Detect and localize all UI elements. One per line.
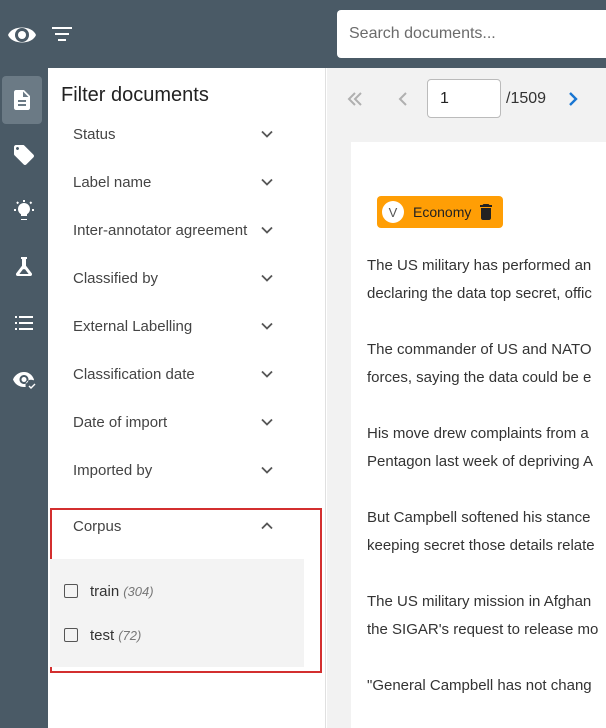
nav-labels[interactable]: [0, 131, 48, 179]
document-viewer: /1509 V Economy The US military has perf…: [327, 68, 606, 728]
trash-icon[interactable]: [480, 204, 492, 220]
filter-classification-date[interactable]: Classification date: [48, 351, 326, 399]
previous-page-icon[interactable]: [392, 88, 414, 110]
pagination: /1509: [327, 68, 606, 130]
chevron-down-icon: [261, 130, 273, 138]
page-total: /1509: [506, 90, 547, 107]
document-text-line: The commander of US and NATO: [367, 341, 592, 358]
filter-imported-by[interactable]: Imported by: [48, 447, 326, 495]
document-text-line: But Campbell softened his stance: [367, 509, 591, 526]
chevron-down-icon: [261, 418, 273, 426]
corpus-options: train (304) test (72): [50, 559, 304, 667]
chevron-down-icon: [261, 274, 273, 282]
filter-label: Label name: [73, 174, 152, 191]
chevron-down-icon: [261, 226, 273, 234]
filter-label: Date of import: [73, 414, 168, 431]
chevron-up-icon: [261, 522, 273, 530]
filter-label: Corpus: [73, 518, 122, 535]
document-text-line: The US military has performed an: [367, 257, 592, 274]
option-label: test: [90, 626, 115, 644]
filter-panel: Filter documents Status Label name Inter…: [48, 68, 326, 728]
nav-review[interactable]: [0, 355, 48, 403]
checkbox[interactable]: [64, 584, 78, 598]
chevron-down-icon: [261, 178, 273, 186]
checkbox[interactable]: [64, 628, 78, 642]
filter-corpus[interactable]: Corpus: [48, 503, 326, 551]
option-count: (72): [118, 627, 142, 643]
list-icon: [15, 316, 33, 330]
filter-label: Classified by: [73, 270, 159, 287]
document-text-line: forces, saying the data could be e: [367, 369, 592, 386]
nav-rail: [0, 68, 48, 728]
documents-icon: [14, 90, 30, 110]
label-chip: V Economy: [377, 196, 503, 228]
chevron-down-icon: [261, 370, 273, 378]
document-text-line: keeping secret those details relate: [367, 537, 595, 554]
first-page-icon[interactable]: [344, 88, 366, 110]
nav-documents[interactable]: [2, 76, 42, 124]
label-name: Economy: [413, 204, 472, 220]
annotator-avatar: V: [382, 201, 404, 223]
corpus-option-train[interactable]: train (304): [64, 581, 154, 601]
search-input[interactable]: [337, 10, 606, 58]
filter-label: Inter-annotator agreement: [73, 222, 248, 239]
document-text-line: Pentagon last week of depriving A: [367, 453, 593, 470]
eye-check-icon: [13, 372, 36, 389]
app-logo-icon[interactable]: [6, 20, 38, 50]
filter-label: External Labelling: [73, 318, 193, 335]
filter-label: Status: [73, 126, 116, 143]
document-text-line: His move drew complaints from a: [367, 425, 589, 442]
chevron-down-icon: [261, 466, 273, 474]
filter-title: Filter documents: [61, 84, 209, 106]
next-page-icon[interactable]: [562, 88, 584, 110]
filter-date-of-import[interactable]: Date of import: [48, 399, 326, 447]
page-number-input[interactable]: [427, 79, 501, 118]
document-text-line: The US military mission in Afghan: [367, 593, 592, 610]
chevron-down-icon: [261, 322, 273, 330]
document-text-line: declaring the data top secret, offic: [367, 285, 592, 302]
tag-icon: [14, 145, 34, 165]
document-text-line: the SIGAR's request to release mo: [367, 621, 599, 638]
nav-list[interactable]: [0, 299, 48, 347]
document-text-line: "General Campbell has not chang: [367, 677, 592, 694]
document-card: V Economy The US military has performed …: [351, 142, 606, 728]
search-box: [337, 10, 606, 58]
lightbulb-icon: [14, 200, 34, 220]
filter-label-name[interactable]: Label name: [48, 159, 326, 207]
nav-suggestions[interactable]: [0, 187, 48, 235]
filter-classified-by[interactable]: Classified by: [48, 255, 326, 303]
option-label: train: [90, 582, 120, 600]
filter-menu-icon[interactable]: [52, 26, 72, 42]
filter-inter-annotator-agreement[interactable]: Inter-annotator agreement: [48, 207, 326, 255]
filter-status[interactable]: Status: [48, 111, 326, 159]
top-bar: [0, 0, 606, 68]
filter-label: Imported by: [73, 462, 153, 479]
filter-external-labelling[interactable]: External Labelling: [48, 303, 326, 351]
flask-icon: [15, 257, 33, 276]
filter-label: Classification date: [73, 366, 195, 383]
nav-experiments[interactable]: [0, 243, 48, 291]
option-count: (304): [123, 583, 154, 599]
corpus-option-test[interactable]: test (72): [64, 625, 141, 645]
